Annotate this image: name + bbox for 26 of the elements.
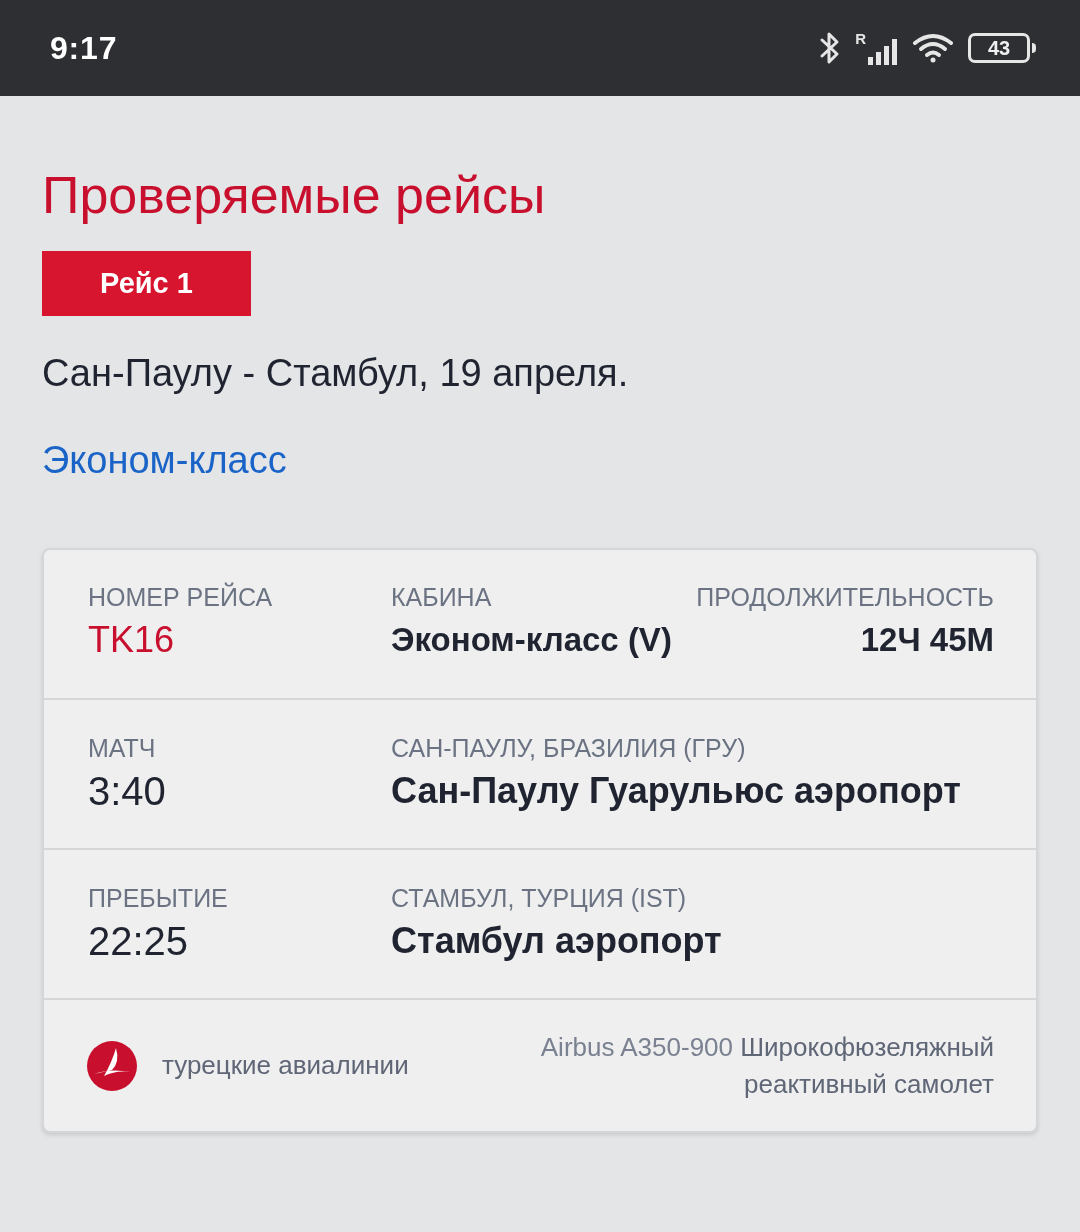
roaming-label: R	[855, 31, 866, 46]
airline-name: турецкие авиалинии	[162, 1049, 409, 1082]
airport-name: Стамбул аэропорт	[391, 921, 723, 961]
airport-name: Сан-Паулу Гуарульюс аэропорт	[391, 771, 962, 811]
page-title: Проверяемые рейсы	[42, 165, 547, 226]
cabin-class-link[interactable]: Эконом-класс	[42, 439, 287, 481]
flight-badge: Рейс 1	[42, 251, 251, 316]
field-value: TK16	[88, 620, 176, 660]
status-time: 9:17	[50, 29, 118, 68]
battery-percent: 43	[987, 38, 1011, 58]
leg-label: МАТЧ	[88, 733, 157, 764]
leg-label: ПРЕБЫТИЕ	[88, 883, 229, 914]
field-label: НОМЕР РЕЙСА	[88, 581, 274, 613]
airline-logo-icon	[86, 1039, 138, 1092]
field-value: Эконом-класс (V)	[391, 620, 673, 660]
leg-time: 3:40	[88, 771, 167, 811]
route-text: Сан-Паулу - Стамбул, 19 апреля.	[42, 351, 630, 396]
field-label: КАБИНА	[391, 582, 493, 613]
city-label: САН-ПАУЛУ, БРАЗИЛИЯ (ГРУ)	[391, 733, 747, 764]
city-label: СТАМБУЛ, ТУРЦИЯ (IST)	[391, 883, 688, 914]
field-label: ПРОДОЛЖИТЕЛЬНОСТЬ	[696, 582, 994, 613]
aircraft-description: Airbus A350-900 Широкофюзеляжный реактивный самолет	[539, 1030, 994, 1101]
field-value: 12Ч 45М	[859, 620, 994, 660]
signal-bars-icon	[868, 39, 898, 65]
leg-time: 22:25	[88, 921, 190, 961]
wifi-icon	[912, 33, 954, 63]
